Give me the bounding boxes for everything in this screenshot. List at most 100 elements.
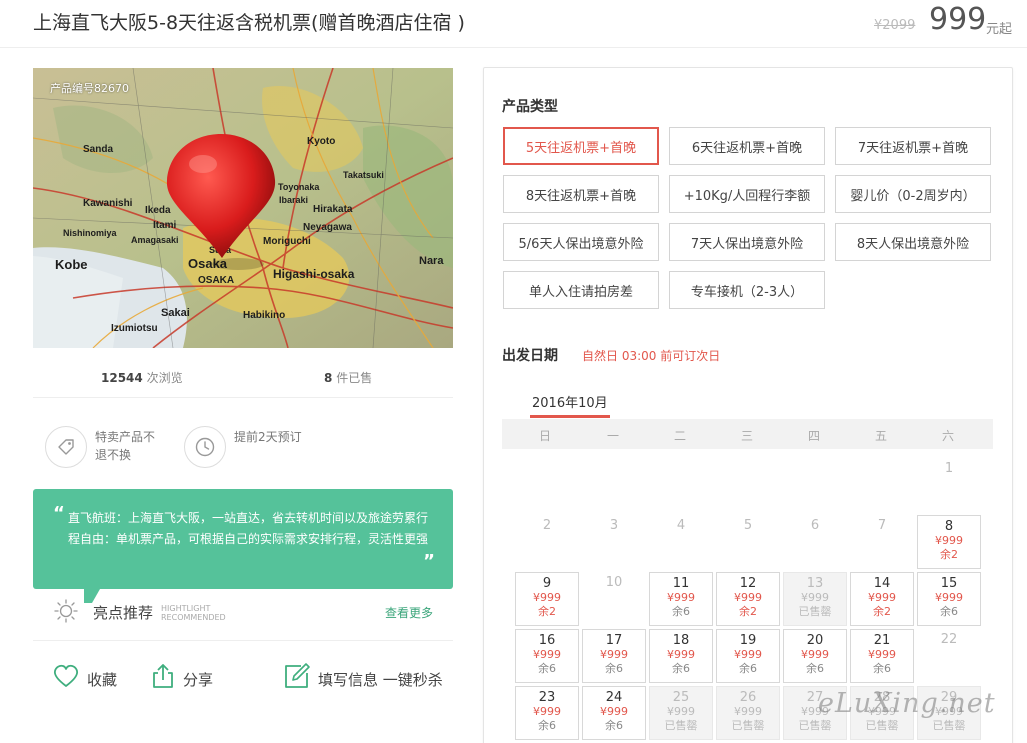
weekday-label: 五 (874, 429, 887, 443)
day-number: 19 (739, 633, 757, 648)
day-number: 22 (940, 632, 958, 647)
product-type-option[interactable]: 单人入住请拍房差 (503, 271, 659, 309)
calendar-day-17[interactable]: 17 ¥999 余6 (582, 629, 646, 683)
fill-info-button[interactable]: 填写信息 一键秒杀 (283, 662, 443, 692)
calendar-day-9[interactable]: 9 ¥999 余2 (515, 572, 579, 626)
day-number: 9 (542, 576, 552, 591)
calendar-day-8[interactable]: 8 ¥999 余2 (917, 515, 981, 569)
highlight-label: 亮点推荐 (93, 604, 154, 622)
departure-date-title: 出发日期 (502, 348, 558, 364)
weekday-label: 三 (740, 429, 753, 443)
map-label: Nishinomiya (63, 228, 118, 238)
calendar-day-21[interactable]: 21 ¥999 余6 (850, 629, 914, 683)
day-number: 24 (605, 690, 623, 705)
highlight-en-line: RECOMMENDED (161, 613, 226, 622)
day-number: 3 (609, 518, 619, 533)
product-type-option[interactable]: 7天人保出境意外险 (669, 223, 825, 261)
map-label: Neyagawa (303, 222, 352, 233)
day-price: ¥999 (801, 648, 829, 661)
sun-icon (53, 598, 79, 628)
day-number: 25 (672, 690, 690, 705)
highlight-en-line: HIGHTLIGHT (161, 604, 211, 613)
day-number: 16 (538, 633, 556, 648)
calendar-day-16[interactable]: 16 ¥999 余6 (515, 629, 579, 683)
day-stock: 已售罄 (664, 719, 698, 732)
weekday-label: 日 (538, 429, 551, 443)
map-label: Moriguchi (263, 236, 311, 247)
day-stock: 余6 (672, 662, 690, 675)
day-stock: 余6 (538, 662, 556, 675)
day-price: ¥999 (734, 705, 762, 718)
price-unit: 元起 (986, 22, 1013, 37)
feature-text: 提前2天预订 (234, 430, 302, 444)
highlight-row: 亮点推荐 HIGHTLIGHT RECOMMENDED 查看更多 (33, 594, 453, 630)
day-number: 17 (605, 633, 623, 648)
edit-icon (285, 663, 310, 688)
calendar-day-20[interactable]: 20 ¥999 余6 (783, 629, 847, 683)
calendar-day-2: 2 (515, 515, 579, 569)
calendar-day-3: 3 (582, 515, 646, 569)
calendar-day-24[interactable]: 24 ¥999 余6 (582, 686, 646, 740)
day-stock: 已售罄 (932, 719, 966, 732)
booking-deadline-note: 自然日 03:00 前可订次日 (582, 349, 721, 363)
day-price: ¥999 (667, 705, 695, 718)
product-type-option[interactable]: 8天往返机票+首晚 (503, 175, 659, 213)
day-number: 6 (810, 518, 820, 533)
page-title: 上海直飞大阪5-8天往返含税机票(赠首晚酒店住宿 ) (33, 12, 465, 34)
product-type-option[interactable]: 5/6天人保出境意外险 (503, 223, 659, 261)
map-label: Kobe (55, 257, 88, 272)
calendar-day-26: 26 ¥999 已售罄 (716, 686, 780, 740)
day-stock: 已售罄 (798, 719, 832, 732)
day-number: 7 (877, 518, 887, 533)
intro-text: 直飞航班：上海直飞大阪，一站直达，省去转机时间以及旅途劳累行程自由：单机票产品，… (68, 511, 429, 546)
map-label: Sanda (83, 144, 113, 155)
month-tab[interactable]: 2016年10月 (532, 392, 608, 411)
day-price: ¥999 (600, 705, 628, 718)
view-more-link[interactable]: 查看更多 (385, 604, 433, 621)
feature-advance-booking: 提前2天预订 (184, 426, 314, 468)
day-number: 12 (739, 576, 757, 591)
calendar-day-23[interactable]: 23 ¥999 余6 (515, 686, 579, 740)
product-type-option[interactable]: 7天往返机票+首晚 (835, 127, 991, 165)
product-type-option[interactable]: 8天人保出境意外险 (835, 223, 991, 261)
favorite-button[interactable]: 收藏 (52, 662, 117, 692)
product-type-option[interactable]: 5天往返机票+首晚 (503, 127, 659, 165)
product-type-option[interactable]: 婴儿价（0-2周岁内） (835, 175, 991, 213)
product-image: Kyoto Kobe Osaka OSAKA Higashi-osaka Mor… (33, 68, 453, 348)
calendar-day-18[interactable]: 18 ¥999 余6 (649, 629, 713, 683)
calendar-day-14[interactable]: 14 ¥999 余2 (850, 572, 914, 626)
day-number: 5 (743, 518, 753, 533)
month-tab-underline (530, 415, 610, 418)
map-label: Toyonaka (278, 182, 320, 192)
map-label: Kawanishi (83, 198, 133, 209)
share-button[interactable]: 分享 (149, 662, 213, 692)
share-icon (153, 664, 173, 688)
day-stock: 余6 (873, 662, 891, 675)
product-stats: 12544 次浏览 8 件已售 (33, 360, 453, 398)
day-number: 21 (873, 633, 891, 648)
product-type-option[interactable]: 6天往返机票+首晚 (669, 127, 825, 165)
calendar-day-6: 6 (783, 515, 847, 569)
day-number: 18 (672, 633, 690, 648)
calendar-day-22: 22 (917, 629, 981, 683)
day-stock: 余6 (806, 662, 824, 675)
day-number: 23 (538, 690, 556, 705)
map-label: Sakai (161, 307, 190, 319)
day-price: ¥999 (935, 591, 963, 604)
day-number: 8 (944, 519, 954, 534)
weekday-label: 六 (941, 429, 954, 443)
calendar-day-11[interactable]: 11 ¥999 余6 (649, 572, 713, 626)
product-type-option[interactable]: 专车接机（2-3人） (669, 271, 825, 309)
day-number: 13 (806, 576, 824, 591)
weekday-label: 一 (606, 429, 619, 443)
day-number: 26 (739, 690, 757, 705)
quote-open: “ (53, 503, 65, 524)
calendar-day-12[interactable]: 12 ¥999 余2 (716, 572, 780, 626)
product-intro: “ 直飞航班：上海直飞大阪，一站直达，省去转机时间以及旅途劳累行程自由：单机票产… (33, 489, 453, 589)
product-type-option[interactable]: +10Kg/人回程行李额 (669, 175, 825, 213)
day-stock: 余6 (672, 605, 690, 618)
calendar-day-15[interactable]: 15 ¥999 余6 (917, 572, 981, 626)
header: 上海直飞大阪5-8天往返含税机票(赠首晚酒店住宿 ) ¥2099 999 元起 (0, 0, 1027, 48)
current-price: 999 (929, 2, 987, 37)
calendar-day-19[interactable]: 19 ¥999 余6 (716, 629, 780, 683)
